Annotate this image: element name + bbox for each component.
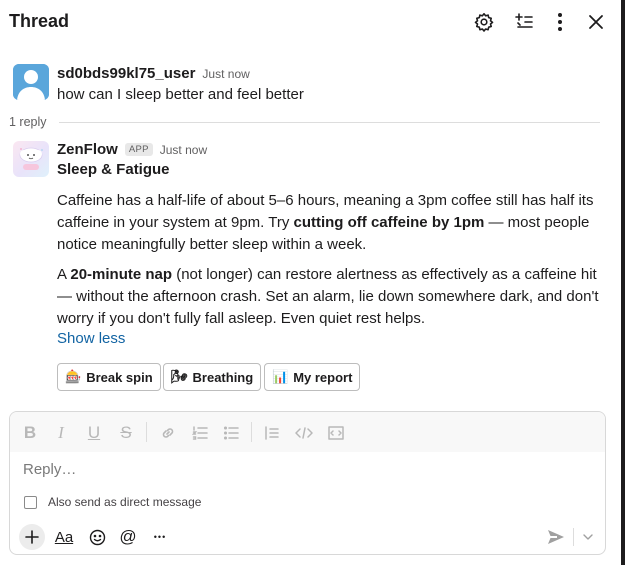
- thread-title: Thread: [9, 11, 70, 31]
- mention-icon[interactable]: @: [115, 524, 141, 550]
- bot-message-title: Sleep & Fatigue: [57, 161, 170, 178]
- code-block-icon[interactable]: [325, 422, 347, 444]
- reply-count: 1 reply: [9, 115, 47, 129]
- bot-sender-name[interactable]: ZenFlow: [57, 141, 118, 158]
- send-separator: [573, 528, 574, 546]
- break-spin-label: Break spin: [86, 369, 153, 385]
- app-badge: APP: [124, 143, 153, 156]
- wind-icon: 🌬: [171, 369, 188, 385]
- formatting-toolbar: B I U S: [10, 412, 605, 452]
- chevron-down-icon[interactable]: [583, 534, 593, 540]
- reply-composer: B I U S Reply… Also send as direct messa…: [9, 411, 606, 555]
- parent-sender-name[interactable]: sd0bds99kl75_user: [57, 65, 195, 82]
- reply-divider: 1 reply: [0, 112, 621, 132]
- underline-icon[interactable]: U: [83, 422, 105, 444]
- gear-icon[interactable]: [471, 9, 497, 35]
- strikethrough-icon[interactable]: S: [115, 422, 137, 444]
- also-send-dm-checkbox[interactable]: [24, 495, 37, 509]
- quote-icon[interactable]: [261, 422, 283, 444]
- bold-icon[interactable]: B: [19, 422, 41, 444]
- toolbar-separator: [251, 422, 252, 442]
- break-spin-button[interactable]: 🎰 Break spin: [57, 363, 161, 391]
- breathing-label: Breathing: [192, 369, 254, 385]
- panel-edge: [621, 0, 625, 565]
- parent-timestamp[interactable]: Just now: [202, 67, 249, 81]
- user-avatar[interactable]: [13, 64, 49, 100]
- sparkle-list-icon[interactable]: [511, 9, 537, 35]
- send-icon[interactable]: [548, 530, 564, 544]
- dm-checkbox-row: Also send as direct message: [24, 495, 201, 509]
- also-send-dm-label: Also send as direct message: [48, 495, 202, 509]
- bot-paragraph-nap: A 20-minute nap (not longer) can restore…: [57, 264, 602, 330]
- toolbar-separator: [146, 422, 147, 442]
- my-report-label: My report: [293, 369, 353, 385]
- code-icon[interactable]: [293, 422, 315, 444]
- ordered-list-icon[interactable]: [189, 422, 211, 444]
- more-horizontal-icon[interactable]: •••: [147, 524, 173, 550]
- slot-machine-icon: 🎰: [65, 369, 82, 385]
- my-report-button[interactable]: 📊 My report: [264, 363, 361, 391]
- bot-sender-line: ZenFlow APP Just now: [57, 141, 207, 158]
- close-icon[interactable]: [583, 9, 609, 35]
- zenflow-avatar[interactable]: [13, 141, 49, 177]
- divider-line: [59, 122, 600, 123]
- more-vertical-icon[interactable]: [547, 9, 573, 35]
- text-format-icon[interactable]: Aa: [51, 524, 77, 550]
- reply-input[interactable]: [23, 461, 583, 478]
- parent-message-text: how can I sleep better and feel better: [57, 86, 304, 103]
- para2-bold: 20-minute nap: [70, 266, 173, 283]
- plus-icon[interactable]: [19, 524, 45, 550]
- bot-paragraph-caffeine: Caffeine has a half-life of about 5–6 ho…: [57, 190, 602, 256]
- link-icon[interactable]: [157, 422, 179, 444]
- italic-icon[interactable]: I: [50, 422, 72, 444]
- breathing-button[interactable]: 🌬 Breathing: [163, 363, 262, 391]
- bot-timestamp[interactable]: Just now: [160, 143, 207, 157]
- emoji-icon[interactable]: [84, 524, 110, 550]
- thread-panel: Thread sd0bds99kl75_user Just now how ca…: [0, 0, 621, 565]
- bar-chart-icon: 📊: [272, 369, 289, 385]
- bulleted-list-icon[interactable]: [220, 422, 242, 444]
- parent-sender-line: sd0bds99kl75_user Just now: [57, 65, 250, 82]
- para1-bold: cutting off caffeine by 1pm: [293, 214, 485, 231]
- send-controls: [548, 524, 593, 550]
- thread-header: Thread: [0, 0, 621, 44]
- show-less-link[interactable]: Show less: [57, 330, 125, 347]
- para2-text-before: A: [57, 266, 71, 283]
